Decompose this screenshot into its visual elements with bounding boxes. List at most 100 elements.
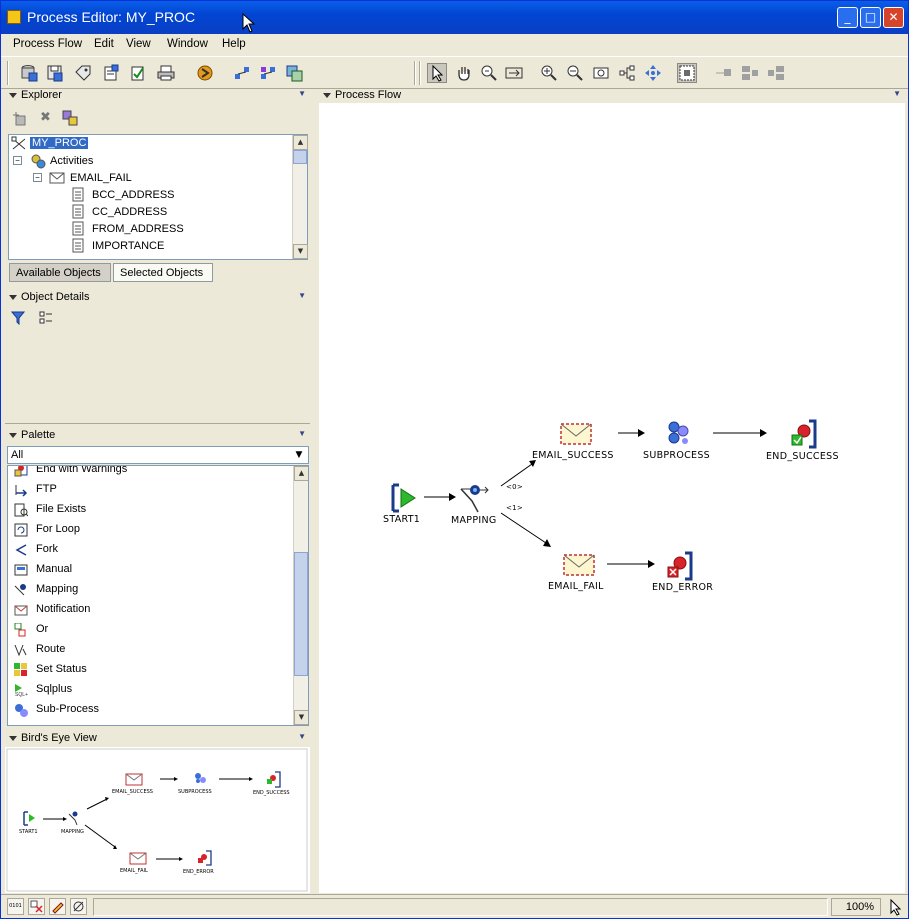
- palette-panel-header[interactable]: Palette ▼: [5, 429, 310, 443]
- subprocess-icon: [668, 421, 689, 444]
- process-flow-panel-header[interactable]: Process Flow ▼: [319, 89, 905, 103]
- pointer-mode-icon[interactable]: [886, 898, 904, 916]
- view-icon[interactable]: [284, 63, 304, 83]
- ftp-icon: [14, 483, 28, 497]
- menu-help[interactable]: Help: [222, 38, 246, 50]
- delete-icon[interactable]: ✖: [40, 110, 56, 126]
- scroll-up-icon[interactable]: ▲: [294, 466, 308, 481]
- object-details-panel-header[interactable]: Object Details ▼: [5, 291, 310, 305]
- menu-view[interactable]: View: [126, 38, 151, 50]
- zoom-in-icon[interactable]: [539, 63, 559, 83]
- edge-label-success: <0>: [506, 483, 524, 491]
- filter-icon[interactable]: [10, 311, 26, 326]
- process-flow-canvas[interactable]: START1 MAPPING <0> <1> EMAIL_SUCCESS SUB…: [319, 103, 905, 893]
- for-loop-icon: [14, 523, 28, 537]
- end-success-label: END_SUCCESS: [766, 451, 839, 462]
- tree-layout-icon[interactable]: [617, 63, 637, 83]
- align-right-icon[interactable]: [766, 63, 786, 83]
- palette-filter-select[interactable]: All ▼: [7, 446, 309, 464]
- mapping-node[interactable]: [458, 483, 494, 513]
- details-list-icon[interactable]: [39, 311, 53, 325]
- close-button[interactable]: ✕: [883, 7, 904, 28]
- maximize-button[interactable]: □: [860, 7, 881, 28]
- email-success-node[interactable]: [560, 423, 592, 445]
- scroll-down-icon[interactable]: ▼: [294, 710, 308, 725]
- print-icon[interactable]: [156, 63, 176, 83]
- fit-icon[interactable]: [504, 63, 524, 83]
- birds-eye-view[interactable]: START1 MAPPING EMAIL_SUCCESS SUBPROCESS …: [5, 747, 310, 893]
- explorer-panel-header[interactable]: Explorer ▼: [5, 89, 310, 103]
- align-center-icon[interactable]: [740, 63, 760, 83]
- parameter-icon: [72, 204, 84, 219]
- validate-icon[interactable]: [128, 63, 148, 83]
- pin-icon[interactable]: ▼: [893, 89, 901, 98]
- subprocess-node[interactable]: [664, 420, 692, 446]
- end-success-node[interactable]: [789, 419, 819, 449]
- manual-icon: [14, 563, 28, 577]
- set-status-icon: [14, 663, 28, 677]
- app-icon: [7, 10, 21, 24]
- tree-label: BCC_ADDRESS: [92, 189, 175, 201]
- start1-node[interactable]: [391, 483, 419, 513]
- tab-selected-objects[interactable]: Selected Objects: [113, 263, 213, 282]
- scroll-thumb[interactable]: [294, 552, 308, 676]
- birds-eye-panel-header[interactable]: Bird's Eye View ▼: [5, 732, 310, 746]
- binary-icon[interactable]: 0101: [7, 898, 24, 915]
- scroll-down-icon[interactable]: ▼: [293, 244, 308, 259]
- zoom-area-icon[interactable]: [479, 63, 499, 83]
- end-warnings-icon: [14, 466, 28, 477]
- file-exists-icon: [14, 503, 29, 517]
- birds-eye-title: Bird's Eye View: [21, 732, 97, 744]
- null-icon[interactable]: [70, 898, 87, 915]
- email-fail-node[interactable]: [563, 554, 595, 576]
- tag-icon[interactable]: [73, 63, 93, 83]
- save-icon[interactable]: [45, 63, 65, 83]
- process-editor-window: Process Editor: MY_PROC _ □ ✕ Process Fl…: [0, 0, 909, 919]
- start-icon: [391, 483, 416, 513]
- expand-icon[interactable]: [258, 63, 278, 83]
- move-all-icon[interactable]: [643, 63, 663, 83]
- end-error-node[interactable]: [665, 551, 695, 581]
- pencil-icon[interactable]: [49, 898, 66, 915]
- scroll-up-icon[interactable]: ▲: [293, 135, 308, 150]
- email-icon: [49, 172, 65, 184]
- pin-icon[interactable]: ▼: [298, 732, 306, 741]
- minimize-button[interactable]: _: [837, 7, 858, 28]
- palette-scrollbar[interactable]: ▲ ▼: [293, 466, 308, 725]
- database-icon[interactable]: [19, 63, 39, 83]
- zoom-out-icon[interactable]: [565, 63, 585, 83]
- window-title: Process Editor: MY_PROC: [27, 9, 196, 25]
- notification-icon: [14, 603, 28, 617]
- tree-label: FROM_ADDRESS: [92, 223, 184, 235]
- menu-window[interactable]: Window: [167, 38, 208, 50]
- menu-edit[interactable]: Edit: [94, 38, 114, 50]
- pin-icon[interactable]: ▼: [298, 429, 306, 438]
- align-left-icon[interactable]: [714, 63, 734, 83]
- select-pointer-icon[interactable]: [427, 63, 447, 83]
- sync-objects-icon[interactable]: [62, 110, 78, 126]
- scroll-thumb[interactable]: [293, 150, 307, 164]
- pin-icon[interactable]: ▼: [298, 291, 306, 300]
- end-error-icon: [667, 551, 693, 581]
- pin-icon[interactable]: ▼: [298, 89, 306, 98]
- menu-process-flow[interactable]: Process Flow: [13, 38, 82, 50]
- deploy-icon[interactable]: [195, 63, 215, 83]
- zoom-box-icon[interactable]: [591, 63, 611, 83]
- auto-layout-icon[interactable]: [232, 63, 252, 83]
- explorer-scrollbar[interactable]: ▲ ▼: [292, 135, 308, 259]
- tab-available-objects[interactable]: Available Objects: [9, 263, 111, 282]
- error-check-icon[interactable]: [28, 898, 45, 915]
- pan-hand-icon[interactable]: [454, 63, 474, 83]
- explorer-title: Explorer: [21, 89, 62, 101]
- explorer-panel: ✖ MY_PROC − Activities − EMAIL_FAIL BCC_…: [5, 105, 310, 287]
- grid-toggle-icon[interactable]: [677, 63, 697, 83]
- chevron-down-icon[interactable]: ▼: [292, 448, 306, 462]
- add-object-icon[interactable]: [13, 110, 29, 126]
- mapping-icon: [14, 583, 28, 597]
- menu-bar: Process Flow Edit View Window Help: [1, 34, 908, 56]
- title-bar[interactable]: Process Editor: MY_PROC _ □ ✕: [1, 1, 908, 34]
- email-fail-label: EMAIL_FAIL: [548, 581, 604, 592]
- explorer-tree: MY_PROC − Activities − EMAIL_FAIL BCC_AD…: [8, 134, 308, 260]
- properties-icon[interactable]: [101, 63, 121, 83]
- bird-label-end-success: END_SUCCESS: [253, 790, 290, 796]
